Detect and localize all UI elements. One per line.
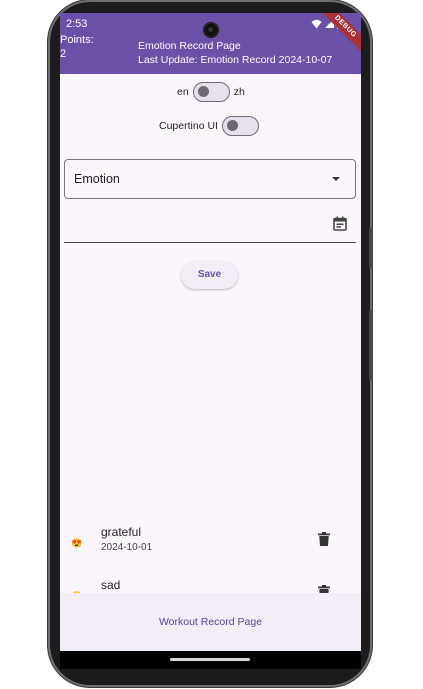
page-title: Emotion Record Page	[138, 40, 241, 52]
language-en-label: en	[177, 86, 189, 98]
switch-knob	[226, 120, 238, 131]
points-label: Points:	[60, 34, 94, 46]
date-field[interactable]	[64, 209, 356, 243]
language-switch[interactable]	[192, 82, 230, 102]
points-display: Points: 2	[60, 33, 94, 61]
record-list-item[interactable]: 😍 grateful 2024-10-01	[60, 518, 361, 568]
switch-knob	[197, 86, 209, 97]
calendar-icon[interactable]	[333, 216, 347, 231]
emotion-dropdown-label: Emotion	[74, 172, 120, 186]
wifi-icon	[311, 19, 322, 28]
dropdown-arrow-icon	[332, 177, 340, 181]
app-bar: 2:53 Points: 2 Emotion Record Page Last …	[60, 13, 361, 74]
record-date: 2024-10-01	[101, 542, 153, 553]
last-update-subtitle: Last Update: Emotion Record 2024-10-07	[138, 53, 333, 66]
save-button[interactable]: Save	[181, 261, 238, 289]
record-emotion-name: grateful	[101, 525, 142, 539]
language-zh-label: zh	[233, 86, 245, 98]
volume-button	[369, 228, 373, 268]
language-toggle-row: en zh	[177, 82, 245, 102]
cupertino-switch[interactable]	[221, 116, 259, 136]
record-emotion-name: sad	[101, 578, 121, 592]
workout-record-nav-button[interactable]: Workout Record Page	[60, 616, 361, 628]
emotion-dropdown[interactable]: Emotion	[64, 159, 356, 199]
app-screen: 2:53 Points: 2 Emotion Record Page Last …	[60, 13, 361, 651]
emotion-emoji: 😍	[71, 538, 83, 548]
camera-cutout	[203, 22, 219, 38]
app-bar-title-block: Emotion Record Page Last Update: Emotion…	[138, 40, 332, 67]
delete-icon[interactable]	[318, 532, 330, 546]
bottom-bar: Workout Record Page	[60, 593, 361, 651]
cupertino-label: Cupertino UI	[159, 120, 218, 132]
power-button	[369, 310, 373, 380]
status-time: 2:53	[66, 18, 88, 30]
cupertino-toggle-row: Cupertino UI	[159, 116, 263, 136]
home-gesture-handle[interactable]	[170, 658, 250, 661]
points-value: 2	[60, 48, 67, 60]
